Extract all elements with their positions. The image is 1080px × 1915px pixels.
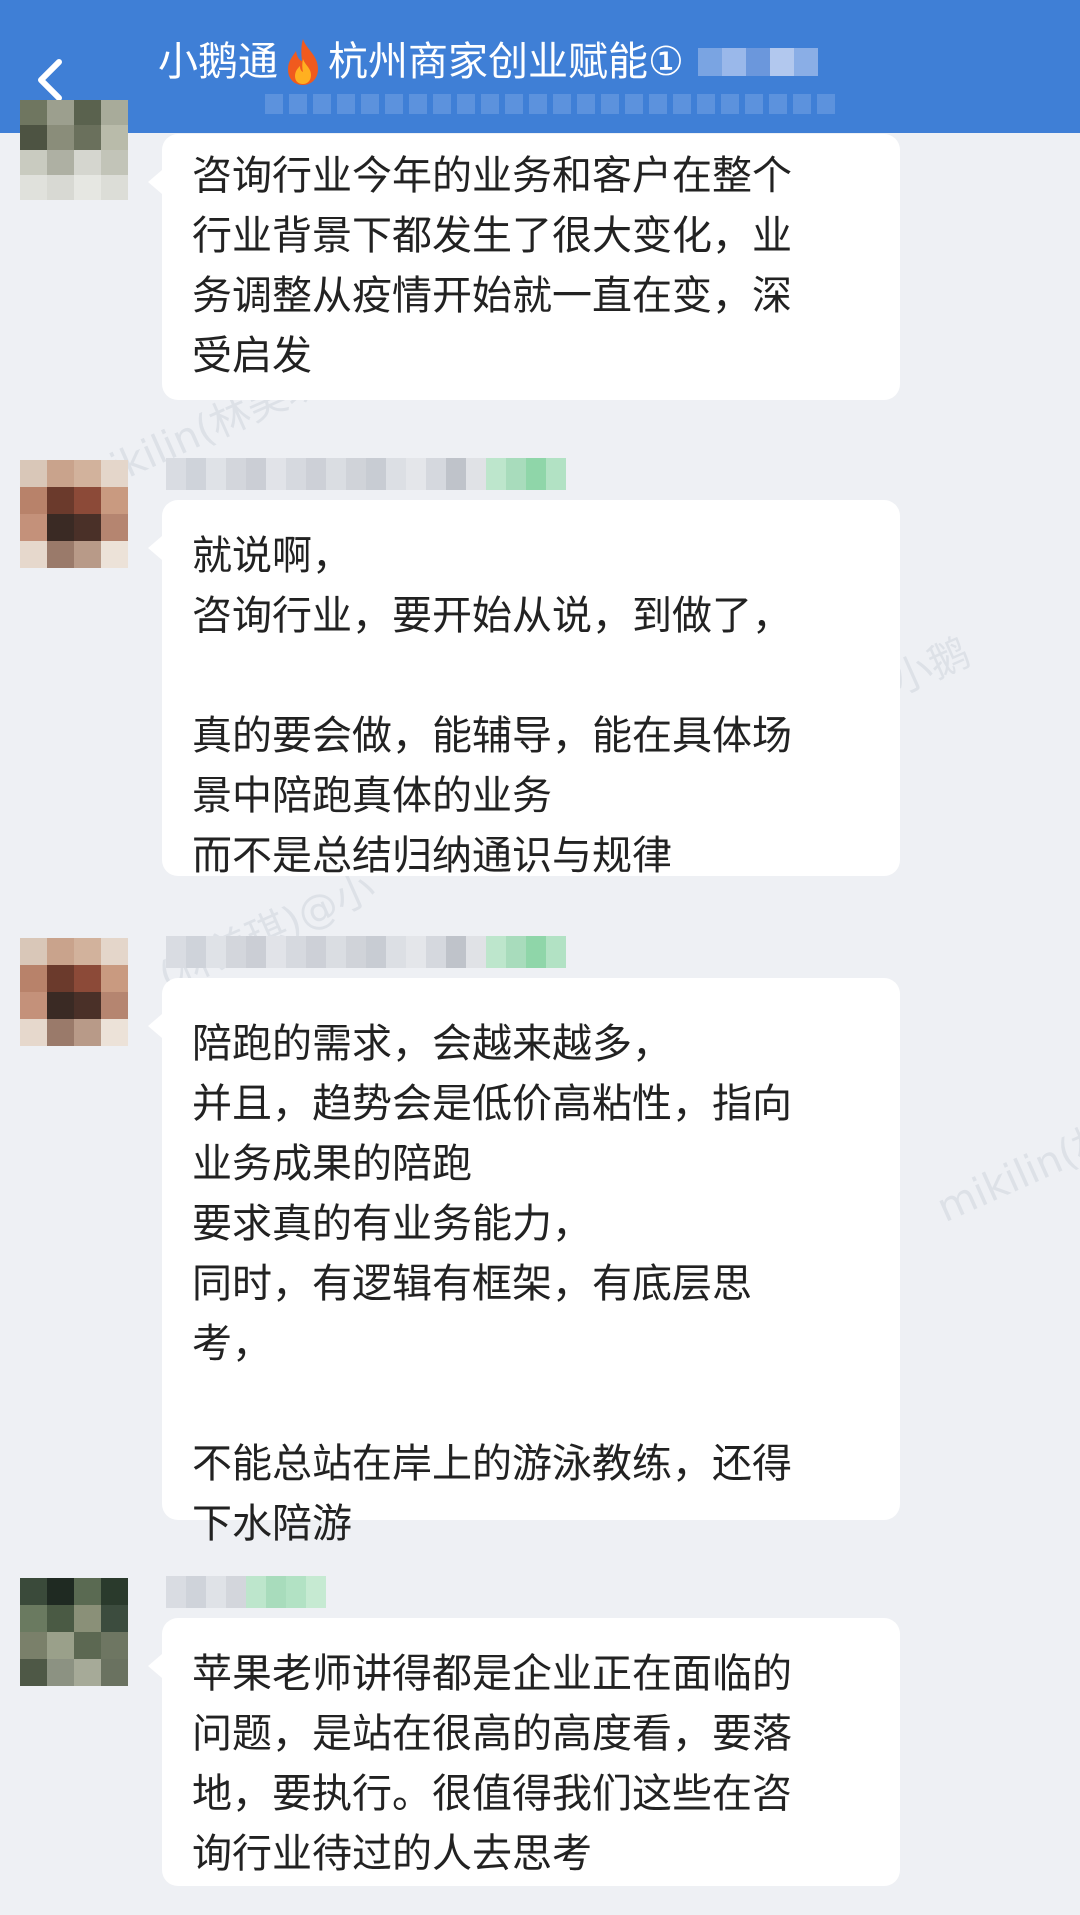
message-line: 咨询行业今年的业务和客户在整个 [192,153,792,199]
message-line: 询行业待过的人去思考 [192,1831,592,1877]
avatar[interactable] [20,938,128,1046]
message-line: 陪跑的需求，会越来越多， [192,1021,672,1067]
message-line: 就说啊， [192,533,352,579]
message-line: 咨询行业，要开始从说，到做了， [192,593,792,639]
message-line: 地，要执行。很值得我们这些在咨 [192,1771,792,1817]
message-line: 业务成果的陪跑 [192,1141,472,1187]
redacted-sender-name [166,1576,326,1608]
avatar[interactable] [20,100,128,200]
message-bubble[interactable]: 苹果老师讲得都是企业正在面临的 问题，是站在很高的高度看，要落 地，要执行。很值… [148,1618,900,1886]
message-line: 务调整从疫情开始就一直在变，深 [192,273,792,319]
message-bubble[interactable]: 就说啊， 咨询行业，要开始从说，到做了， 真的要会做，能辅导，能在具体场 景中陪… [148,500,900,879]
message-line: 问题，是站在很高的高度看，要落 [192,1711,792,1757]
chat-header: 小鹅通 杭州商家创业赋能① [0,0,1080,133]
chevron-left-icon [38,59,62,101]
message-line: 考， [192,1321,272,1367]
chat-title-suffix: 杭州商家创业赋能① [328,39,684,85]
message-line: 而不是总结归纳通识与规律 [192,833,672,879]
message-line: 真的要会做，能辅导，能在具体场 [192,713,792,759]
redacted-sender-name [166,936,566,968]
redacted-sender-name [166,458,566,490]
message-line [192,1374,870,1434]
fire-icon [288,39,318,85]
message-line: 苹果老师讲得都是企业正在面临的 [192,1651,792,1697]
redacted-subtitle [265,94,835,114]
redacted-member-count [697,48,818,76]
chat-title-text: 小鹅通 [158,39,278,85]
message-line: 要求真的有业务能力， [192,1201,592,1247]
chat-title: 小鹅通 杭州商家创业赋能① [158,34,818,90]
message-line [192,646,870,706]
message-line: 受启发 [192,333,312,379]
message-line: 行业背景下都发生了很大变化，业 [192,213,792,259]
message-bubble[interactable]: 咨询行业今年的业务和客户在整个 行业背景下都发生了很大变化，业 务调整从疫情开始… [148,134,900,400]
message-line: 同时，有逻辑有框架，有底层思 [192,1261,752,1307]
message-line: 下水陪游 [192,1501,352,1547]
watermark: mikilin(林 [930,1113,1080,1232]
message-line: 景中陪跑真体的业务 [192,773,552,819]
message-bubble[interactable]: 陪跑的需求，会越来越多， 并且，趋势会是低价高粘性，指向 业务成果的陪跑 要求真… [148,978,900,1547]
avatar[interactable] [20,460,128,568]
message-line: 并且，趋势会是低价高粘性，指向 [192,1081,792,1127]
avatar[interactable] [20,1578,128,1686]
message-line: 不能总站在岸上的游泳教练，还得 [192,1441,792,1487]
